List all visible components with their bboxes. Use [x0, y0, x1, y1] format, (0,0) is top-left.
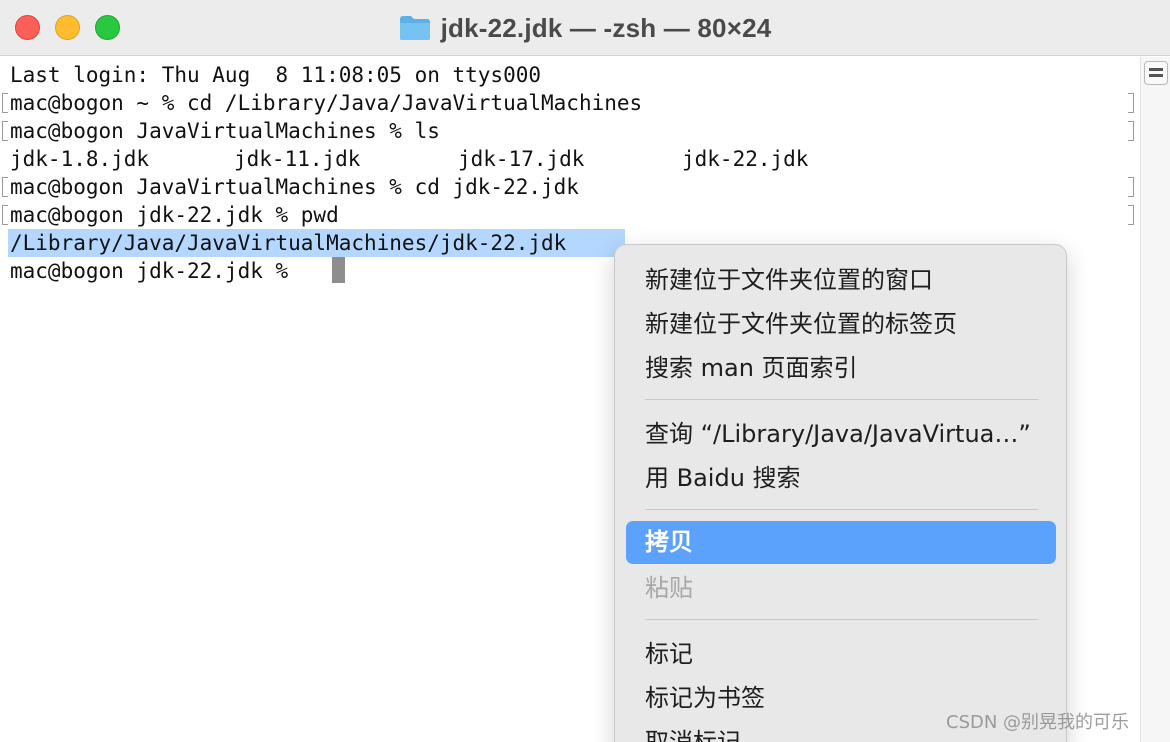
line-mark-right — [1128, 93, 1134, 113]
menu-item-copy[interactable]: 拷贝 — [626, 521, 1056, 564]
folder-icon — [399, 16, 430, 40]
menu-separator — [645, 619, 1038, 620]
line-mark-right — [1128, 121, 1134, 141]
title-bar[interactable]: jdk-22.jdk — -zsh — 80×24 — [0, 0, 1170, 56]
terminal-line: mac@bogon jdk-22.jdk % pwd — [10, 203, 339, 227]
menu-separator — [645, 399, 1038, 400]
ls-output-item: jdk-22.jdk — [682, 147, 809, 171]
line-mark-left — [2, 177, 8, 197]
terminal-line: mac@bogon JavaVirtualMachines % ls — [10, 119, 440, 143]
menu-item-search-baidu[interactable]: 用 Baidu 搜索 — [645, 460, 801, 496]
window-title: jdk-22.jdk — -zsh — 80×24 — [440, 12, 772, 43]
context-menu: 新建位于文件夹位置的窗口 新建位于文件夹位置的标签页 搜索 man 页面索引 查… — [614, 244, 1067, 742]
terminal-line: mac@bogon JavaVirtualMachines % cd jdk-2… — [10, 175, 579, 199]
ls-output-row: jdk-1.8.jdk jdk-11.jdk jdk-17.jdk jdk-22… — [0, 145, 1100, 173]
menu-item-unmark[interactable]: 取消标记 — [645, 724, 741, 742]
line-mark-left — [2, 121, 8, 141]
menu-item-mark-as-bookmark[interactable]: 标记为书签 — [645, 680, 765, 716]
menu-item-new-window-at-folder[interactable]: 新建位于文件夹位置的窗口 — [645, 262, 933, 298]
terminal-window: jdk-22.jdk — -zsh — 80×24 Last login: Th… — [0, 0, 1170, 742]
text-cursor — [332, 257, 345, 283]
line-mark-left — [2, 205, 8, 225]
menu-item-new-tab-at-folder[interactable]: 新建位于文件夹位置的标签页 — [645, 306, 957, 342]
ls-output-item: jdk-11.jdk — [234, 147, 361, 171]
menu-item-paste: 粘贴 — [645, 574, 693, 602]
menu-item-search-man-index[interactable]: 搜索 man 页面索引 — [645, 350, 858, 386]
selected-path-line[interactable]: /Library/Java/JavaVirtualMachines/jdk-22… — [10, 229, 566, 257]
window-title-group: jdk-22.jdk — -zsh — 80×24 — [0, 10, 1170, 46]
ls-output-item: jdk-1.8.jdk — [10, 147, 150, 171]
marks-list-icon[interactable] — [1144, 61, 1168, 85]
line-mark-right — [1128, 205, 1134, 225]
menu-item-mark[interactable]: 标记 — [645, 636, 693, 672]
scrollbar[interactable] — [1140, 57, 1170, 742]
ls-output-item: jdk-17.jdk — [458, 147, 585, 171]
menu-item-copy-label: 拷贝 — [645, 528, 693, 556]
prompt-line: mac@bogon jdk-22.jdk % — [10, 259, 301, 283]
line-mark-left — [2, 93, 8, 113]
terminal-line: mac@bogon ~ % cd /Library/Java/JavaVirtu… — [10, 91, 643, 115]
terminal-line: Last login: Thu Aug 8 11:08:05 on ttys00… — [10, 63, 542, 87]
watermark: CSDN @别晃我的可乐 — [946, 712, 1130, 733]
menu-item-look-up[interactable]: 查询 “/Library/Java/JavaVirtua…” — [645, 416, 1031, 452]
line-mark-right — [1128, 177, 1134, 197]
menu-separator — [645, 509, 1038, 510]
